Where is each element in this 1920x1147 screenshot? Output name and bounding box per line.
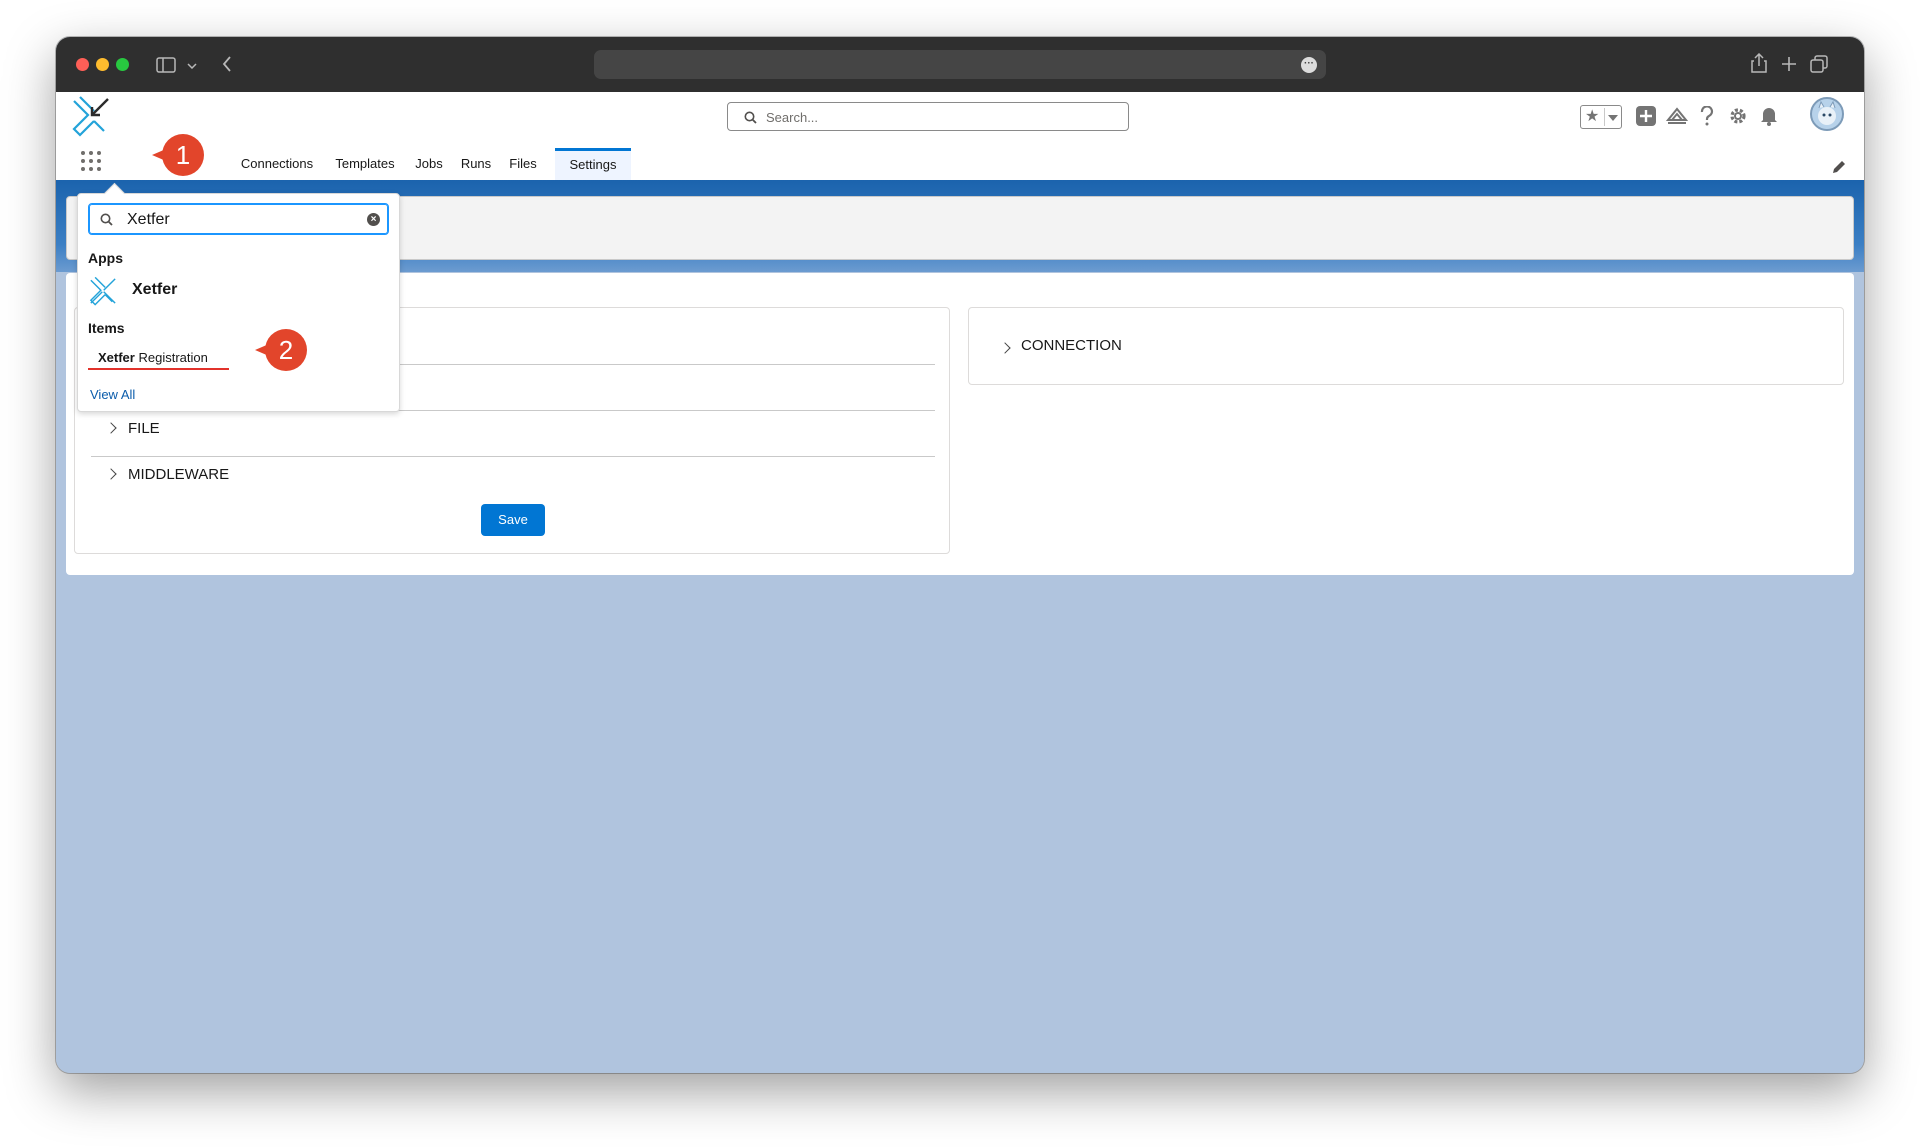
section-file-label: FILE <box>128 420 160 437</box>
section-middleware[interactable]: MIDDLEWARE <box>91 456 935 494</box>
new-tab-icon[interactable] <box>1782 57 1796 71</box>
tab-jobs[interactable]: Jobs <box>407 148 451 180</box>
launcher-search-input[interactable]: Xetfer × <box>88 203 389 235</box>
share-icon[interactable] <box>1751 53 1767 73</box>
item-result-xetfer-registration[interactable]: Xetfer Registration <box>98 350 208 365</box>
tab-templates[interactable]: Templates <box>325 148 405 180</box>
edit-nav-pencil-icon[interactable] <box>1832 160 1846 174</box>
settings-right-panel: CONNECTION <box>968 307 1844 385</box>
browser-toolbar: ··· <box>56 37 1864 92</box>
divider <box>1604 108 1605 126</box>
avatar-icon <box>1818 100 1836 125</box>
app-launcher-button[interactable] <box>81 151 103 173</box>
browser-window: ··· Search... ★ Connections Templates Jo… <box>56 37 1864 1073</box>
favorites-star-icon: ★ <box>1585 108 1600 125</box>
section-middleware-label: MIDDLEWARE <box>128 466 230 483</box>
global-actions-icon[interactable] <box>1636 106 1656 126</box>
setup-gear-icon[interactable] <box>1728 106 1748 126</box>
search-icon <box>744 111 757 124</box>
apps-heading: Apps <box>88 250 123 266</box>
tabs-overview-icon[interactable] <box>1810 55 1828 73</box>
tab-settings[interactable]: Settings <box>555 148 631 180</box>
app-header: Search... ★ Connections Templates Jobs R… <box>56 92 1864 180</box>
more-icon[interactable]: ··· <box>1301 57 1317 73</box>
section-file[interactable]: FILE <box>91 410 935 448</box>
help-icon[interactable] <box>1700 106 1714 126</box>
sidebar-toggle-icon[interactable] <box>156 57 176 73</box>
callout-tail <box>255 344 269 356</box>
favorites-button[interactable]: ★ <box>1580 105 1622 129</box>
callout-badge-1: 1 <box>152 134 204 176</box>
global-search-input[interactable]: Search... <box>727 102 1129 131</box>
section-connection-label[interactable]: CONNECTION <box>1021 337 1122 354</box>
app-result-name: Xetfer <box>132 281 178 298</box>
chevron-right-icon[interactable] <box>999 342 1011 354</box>
callout-tail <box>152 149 166 161</box>
view-all-link[interactable]: View All <box>90 387 135 402</box>
avatar[interactable] <box>1810 97 1844 131</box>
item-result-bold: Xetfer <box>98 350 135 365</box>
xetfer-app-icon <box>89 276 116 306</box>
global-search-placeholder: Search... <box>766 110 819 125</box>
tab-connections[interactable]: Connections <box>231 148 323 180</box>
highlight-underline <box>88 368 229 370</box>
callout-badge-2: 2 <box>255 329 307 371</box>
tab-runs[interactable]: Runs <box>453 148 499 180</box>
chevron-down-icon <box>1608 115 1618 121</box>
app-result-xetfer[interactable]: Xetfer <box>88 276 177 306</box>
address-bar[interactable]: ··· <box>594 50 1326 79</box>
callout-number: 2 <box>278 335 294 365</box>
app-launcher-dropdown: Xetfer × Apps Xetfer Items Xetfer Regist… <box>77 182 400 412</box>
zoom-window-button[interactable] <box>116 58 129 71</box>
tab-files[interactable]: Files <box>501 148 545 180</box>
search-icon <box>100 213 113 226</box>
save-button[interactable]: Save <box>481 504 545 536</box>
clear-search-icon[interactable]: × <box>367 213 380 226</box>
minimize-window-button[interactable] <box>96 58 109 71</box>
back-icon[interactable] <box>222 56 232 72</box>
item-result-rest: Registration <box>138 350 208 365</box>
callout-number: 1 <box>175 140 191 170</box>
chevron-right-icon <box>105 468 117 480</box>
items-heading: Items <box>88 320 125 336</box>
notifications-bell-icon[interactable] <box>1760 106 1778 126</box>
xetfer-logo-icon[interactable] <box>70 95 112 137</box>
chevron-down-icon[interactable] <box>187 63 197 69</box>
chevron-right-icon <box>105 422 117 434</box>
launcher-search-value: Xetfer <box>127 211 170 228</box>
close-window-button[interactable] <box>76 58 89 71</box>
trailhead-icon[interactable] <box>1666 106 1688 126</box>
header-actions: ★ <box>1564 92 1864 137</box>
